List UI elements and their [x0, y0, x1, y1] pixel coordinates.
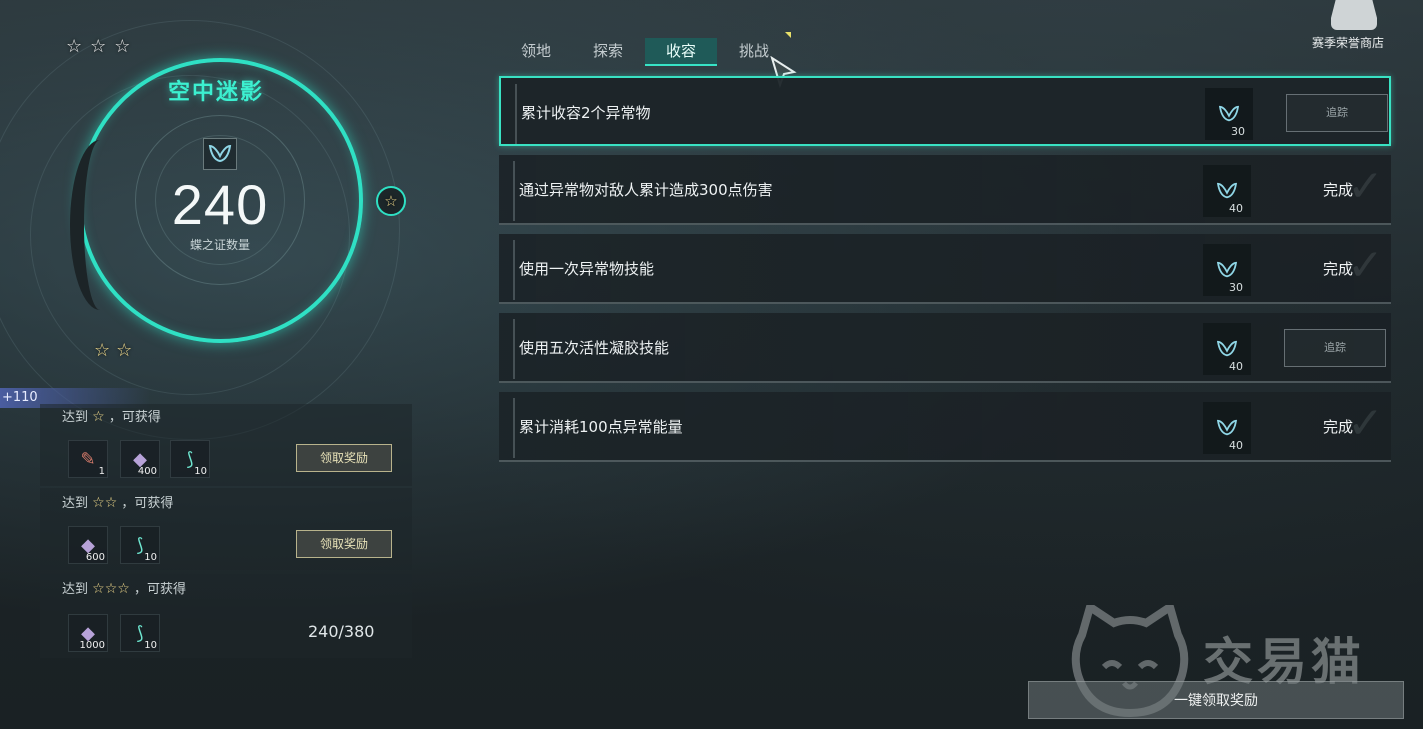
scroll-icon[interactable]: ✎ 1	[68, 440, 108, 478]
tab-containment[interactable]: 收容	[645, 38, 717, 66]
claim-all-button[interactable]: 一键领取奖励	[1028, 681, 1404, 719]
task-status: 完成	[1323, 260, 1354, 278]
star-icon: ☆	[92, 581, 105, 597]
track-button[interactable]: 追踪	[1286, 94, 1388, 132]
tier-condition: 达到 ☆☆ ，可获得	[62, 495, 174, 511]
star-icon: ☆	[114, 36, 131, 57]
dna-icon[interactable]: ⟆ 10	[120, 614, 160, 652]
task-status: 完成	[1323, 181, 1354, 199]
butterfly-icon	[203, 138, 237, 170]
star-icon: ☆	[104, 495, 118, 511]
task-reward: 40	[1203, 165, 1251, 217]
bonus-value: +110	[2, 390, 38, 405]
new-indicator-icon	[785, 32, 791, 38]
butterfly-icon	[1218, 105, 1240, 122]
bottom-stars: ☆ ☆	[94, 340, 132, 361]
task-row[interactable]: 使用一次异常物技能 30 ✓ 完成	[499, 234, 1391, 304]
tier-condition: 达到 ☆☆☆ ，可获得	[62, 581, 186, 597]
dna-icon[interactable]: ⟆ 10	[170, 440, 210, 478]
butterfly-icon	[1216, 340, 1238, 357]
side-star-marker: ☆	[376, 186, 406, 216]
shop-icon[interactable]	[1331, 0, 1377, 30]
claim-reward-button[interactable]: 领取奖励	[296, 530, 392, 558]
butterfly-icon	[1216, 261, 1238, 278]
reward-tier-1: 达到 ☆ ，可获得 ✎ 1 ◆ 400 ⟆ 10 领取奖励	[40, 404, 412, 486]
star-icon: ☆	[384, 192, 398, 210]
star-icon: ☆	[66, 36, 83, 57]
star-icon: ☆	[92, 409, 105, 425]
star-icon: ☆	[117, 581, 130, 597]
reward-tier-2: 达到 ☆☆ ，可获得 ◆ 600 ⟆ 10 领取奖励	[40, 488, 412, 570]
task-status: 完成	[1323, 418, 1354, 436]
star-icon: ☆	[116, 340, 133, 361]
tab-territory[interactable]: 领地	[500, 38, 572, 66]
task-title: 累计消耗100点异常能量	[519, 418, 683, 436]
tab-explore[interactable]: 探索	[572, 38, 644, 66]
crystal-icon[interactable]: ◆ 600	[68, 526, 108, 564]
star-icon: ☆	[94, 340, 111, 361]
star-icon: ☆	[104, 581, 118, 597]
claim-reward-button[interactable]: 领取奖励	[296, 444, 392, 472]
butterfly-count-label: 蝶之证数量	[189, 238, 250, 252]
tier-progress: 240/380	[308, 622, 375, 641]
tier-condition: 达到 ☆ ，可获得	[62, 409, 161, 425]
task-reward: 30	[1205, 88, 1253, 140]
top-stars: ☆ ☆ ☆	[66, 36, 130, 57]
reward-tier-3: 达到 ☆☆☆ ，可获得 ◆ 1000 ⟆ 10 240/380	[40, 574, 412, 658]
track-button[interactable]: 追踪	[1284, 329, 1386, 367]
crystal-icon[interactable]: ◆ 400	[120, 440, 160, 478]
task-row[interactable]: 使用五次活性凝胶技能 40 追踪	[499, 313, 1391, 383]
dna-icon[interactable]: ⟆ 10	[120, 526, 160, 564]
task-reward: 40	[1203, 402, 1251, 454]
star-icon: ☆	[92, 495, 105, 511]
butterfly-count: 240	[171, 173, 269, 236]
task-reward: 30	[1203, 244, 1251, 296]
task-title: 使用一次异常物技能	[519, 260, 655, 278]
star-icon: ☆	[90, 36, 107, 57]
task-title: 累计收容2个异常物	[521, 104, 651, 122]
crystal-icon[interactable]: ◆ 1000	[68, 614, 108, 652]
butterfly-icon	[1216, 182, 1238, 199]
task-row[interactable]: 累计收容2个异常物 30 追踪	[499, 76, 1391, 146]
task-title: 使用五次活性凝胶技能	[519, 339, 670, 357]
progress-ring-gap	[70, 140, 130, 310]
task-reward: 40	[1203, 323, 1251, 375]
stage-title: 空中迷影	[168, 80, 265, 105]
season-shop-button[interactable]: 赛季荣誉商店	[1312, 34, 1384, 51]
task-title: 通过异常物对敌人累计造成300点伤害	[519, 181, 773, 199]
task-row[interactable]: 通过异常物对敌人累计造成300点伤害 40 ✓ 完成	[499, 155, 1391, 225]
butterfly-icon	[1216, 419, 1238, 436]
task-row[interactable]: 累计消耗100点异常能量 40 ✓ 完成	[499, 392, 1391, 462]
